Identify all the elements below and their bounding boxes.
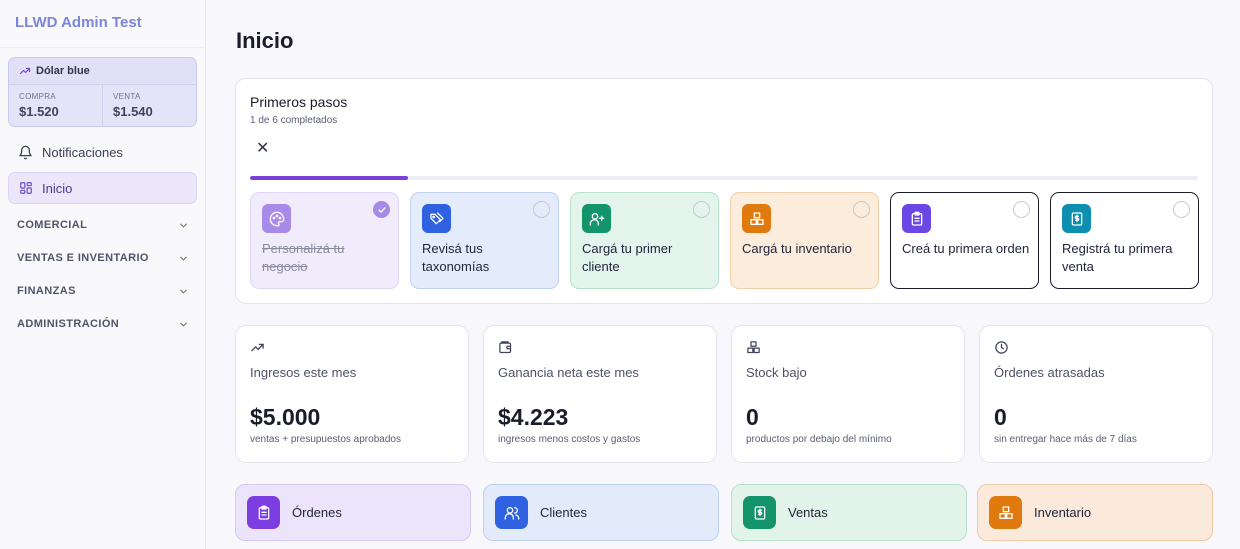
stat-value: 0 [746, 404, 759, 430]
boxes-icon [989, 496, 1022, 529]
step-crea-orden[interactable]: Creá tu primera orden [890, 192, 1039, 289]
sidebar-item-inicio[interactable]: Inicio [8, 172, 197, 204]
stat-value: $5.000 [250, 404, 321, 430]
check-icon [377, 206, 386, 213]
quick-link-clientes[interactable]: Clientes [483, 484, 719, 541]
quick-link-inventario[interactable]: Inventario [977, 484, 1213, 541]
stat-value: $4.223 [498, 404, 569, 430]
stat-subtitle: ingresos menos costos y gastos [498, 434, 641, 445]
sidebar-section-administracion[interactable]: ADMINISTRACIÓN [17, 318, 189, 330]
step-label: Revisá tus taxonomías [422, 241, 490, 274]
clipboard-icon [902, 204, 931, 233]
step-radio[interactable] [853, 201, 870, 218]
quick-link-ventas[interactable]: Ventas [731, 484, 967, 541]
step-carga-cliente[interactable]: Cargá tu primer cliente [570, 192, 719, 289]
sidebar-section-finanzas[interactable]: FINANZAS [17, 285, 189, 297]
sidebar-item-label: Inicio [42, 180, 73, 196]
quick-link-label: Órdenes [292, 505, 342, 520]
section-label: VENTAS E INVENTARIO [17, 252, 149, 264]
palette-icon [262, 204, 291, 233]
stat-card-stock-bajo[interactable]: Stock bajo 0 productos por debajo del mí… [731, 325, 965, 463]
stat-label: Órdenes atrasadas [994, 365, 1105, 380]
quick-link-ordenes[interactable]: Órdenes [235, 484, 471, 541]
section-label: ADMINISTRACIÓN [17, 318, 120, 330]
onboarding-progress-bar [250, 176, 1198, 180]
sidebar-item-label: Notificaciones [42, 144, 123, 160]
dolar-widget: Dólar blue COMPRA $1.520 VENTA $1.540 [8, 57, 197, 127]
step-label: Cargá tu inventario [742, 241, 852, 256]
step-radio[interactable] [533, 201, 550, 218]
clock-icon [995, 341, 1008, 354]
step-label: Registrá tu primera venta [1062, 241, 1173, 274]
stat-card-ingresos[interactable]: Ingresos este mes $5.000 ventas + presup… [235, 325, 469, 463]
step-revisa-taxonomias[interactable]: Revisá tus taxonomías [410, 192, 559, 289]
wallet-icon [499, 341, 512, 354]
tags-icon [422, 204, 451, 233]
step-radio[interactable] [1173, 201, 1190, 218]
dolar-values: COMPRA $1.520 VENTA $1.540 [9, 84, 196, 126]
clipboard-icon [247, 496, 280, 529]
trending-up-icon [251, 343, 264, 352]
progress-fill [250, 176, 409, 180]
step-radio[interactable] [693, 201, 710, 218]
step-registra-venta[interactable]: Registrá tu primera venta [1050, 192, 1199, 289]
sidebar-divider [0, 47, 205, 48]
dolar-compra-value: $1.520 [19, 104, 59, 119]
boxes-icon [747, 341, 760, 354]
stat-label: Ganancia neta este mes [498, 365, 639, 380]
boxes-icon [742, 204, 771, 233]
stat-card-ordenes-atrasadas[interactable]: Órdenes atrasadas 0 sin entregar hace má… [979, 325, 1213, 463]
stat-subtitle: productos por debajo del mínimo [746, 434, 892, 445]
step-check[interactable] [373, 201, 390, 218]
brand-name[interactable]: LLWD Admin Test [15, 14, 142, 31]
step-label: Cargá tu primer cliente [582, 241, 673, 274]
quick-link-label: Ventas [788, 505, 828, 520]
sidebar-section-comercial[interactable]: COMERCIAL [17, 219, 189, 231]
page-title: Inicio [236, 28, 294, 53]
users-icon [495, 496, 528, 529]
dolar-venta: VENTA $1.540 [102, 85, 196, 126]
stat-card-ganancia[interactable]: Ganancia neta este mes $4.223 ingresos m… [483, 325, 717, 463]
dolar-title: Dólar blue [36, 65, 90, 77]
step-carga-inventario[interactable]: Cargá tu inventario [730, 192, 879, 289]
dolar-venta-label: VENTA [113, 92, 141, 101]
receipt-icon [743, 496, 776, 529]
bell-icon [19, 145, 32, 159]
user-plus-icon [582, 204, 611, 233]
sidebar: LLWD Admin Test Dólar blue COMPRA $1.520… [0, 0, 206, 549]
step-radio[interactable] [1013, 201, 1030, 218]
section-label: COMERCIAL [17, 219, 88, 231]
stat-subtitle: sin entregar hace más de 7 días [994, 434, 1137, 445]
stat-subtitle: ventas + presupuestos aprobados [250, 434, 401, 445]
close-icon[interactable]: ✕ [256, 141, 269, 157]
stat-label: Stock bajo [746, 365, 807, 380]
quick-link-label: Clientes [540, 505, 587, 520]
trending-up-icon [19, 67, 31, 75]
stat-label: Ingresos este mes [250, 365, 357, 380]
step-label: Personalizá tu negocio [262, 241, 345, 274]
onboarding-subtitle: 1 de 6 completados [250, 115, 338, 126]
chevron-down-icon [180, 322, 187, 327]
onboarding-card: Primeros pasos 1 de 6 completados ✕ Pers… [235, 78, 1213, 304]
step-personaliza-negocio[interactable]: Personalizá tu negocio [250, 192, 399, 289]
quick-link-label: Inventario [1034, 505, 1092, 520]
chevron-down-icon [180, 223, 187, 228]
stat-value: 0 [994, 404, 1007, 430]
dolar-venta-value: $1.540 [113, 104, 153, 119]
chevron-down-icon [180, 289, 187, 294]
receipt-icon [1062, 204, 1091, 233]
sidebar-section-ventas-inventario[interactable]: VENTAS E INVENTARIO [17, 252, 189, 264]
sidebar-item-notificaciones[interactable]: Notificaciones [8, 136, 197, 168]
dolar-compra-label: COMPRA [19, 92, 56, 101]
chevron-down-icon [180, 256, 187, 261]
dolar-header: Dólar blue [9, 58, 196, 84]
dashboard-icon [20, 182, 32, 194]
section-label: FINANZAS [17, 285, 76, 297]
onboarding-title: Primeros pasos [250, 94, 348, 110]
dolar-compra: COMPRA $1.520 [9, 85, 102, 126]
step-label: Creá tu primera orden [902, 241, 1030, 256]
